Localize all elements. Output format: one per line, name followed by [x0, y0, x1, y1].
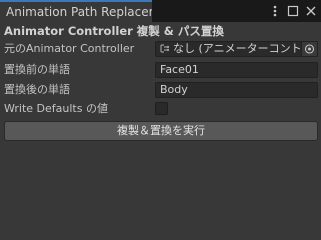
tab-animation-path-replacer[interactable]: Animation Path Replacer [0, 0, 152, 22]
before-word-label: 置換前の単語 [4, 63, 70, 76]
write-defaults-row: Write Defaults の値 [4, 100, 318, 118]
source-controller-label: 元のAnimator Controller [4, 42, 135, 55]
window-tab-bar: Animation Path Replacer [0, 0, 321, 22]
source-controller-field[interactable]: なし (アニメーターコントローラー) [155, 41, 318, 57]
after-word-label: 置換後の単語 [4, 83, 70, 96]
tab-title: Animation Path Replacer [6, 5, 152, 19]
write-defaults-checkbox[interactable] [155, 102, 168, 115]
source-controller-row: 元のAnimator Controller なし (アニメーターコントローラー) [4, 40, 318, 58]
maximize-icon[interactable] [286, 4, 300, 18]
after-word-input[interactable]: Body [155, 82, 318, 98]
after-word-row: 置換後の単語 Body [4, 81, 318, 99]
animator-controller-icon [159, 43, 170, 55]
object-picker-icon[interactable] [301, 42, 317, 56]
panel-header: Animator Controller 複製 & パス置換 [4, 24, 224, 38]
before-word-input[interactable]: Face01 [155, 62, 318, 78]
execute-button[interactable]: 複製＆置換を実行 [4, 121, 318, 141]
window-controls [268, 0, 318, 22]
close-icon[interactable] [304, 4, 318, 18]
before-word-row: 置換前の単語 Face01 [4, 61, 318, 79]
write-defaults-label: Write Defaults の値 [4, 102, 108, 115]
kebab-menu-icon[interactable] [268, 4, 282, 18]
source-controller-value: なし (アニメーターコントローラー) [173, 42, 301, 55]
